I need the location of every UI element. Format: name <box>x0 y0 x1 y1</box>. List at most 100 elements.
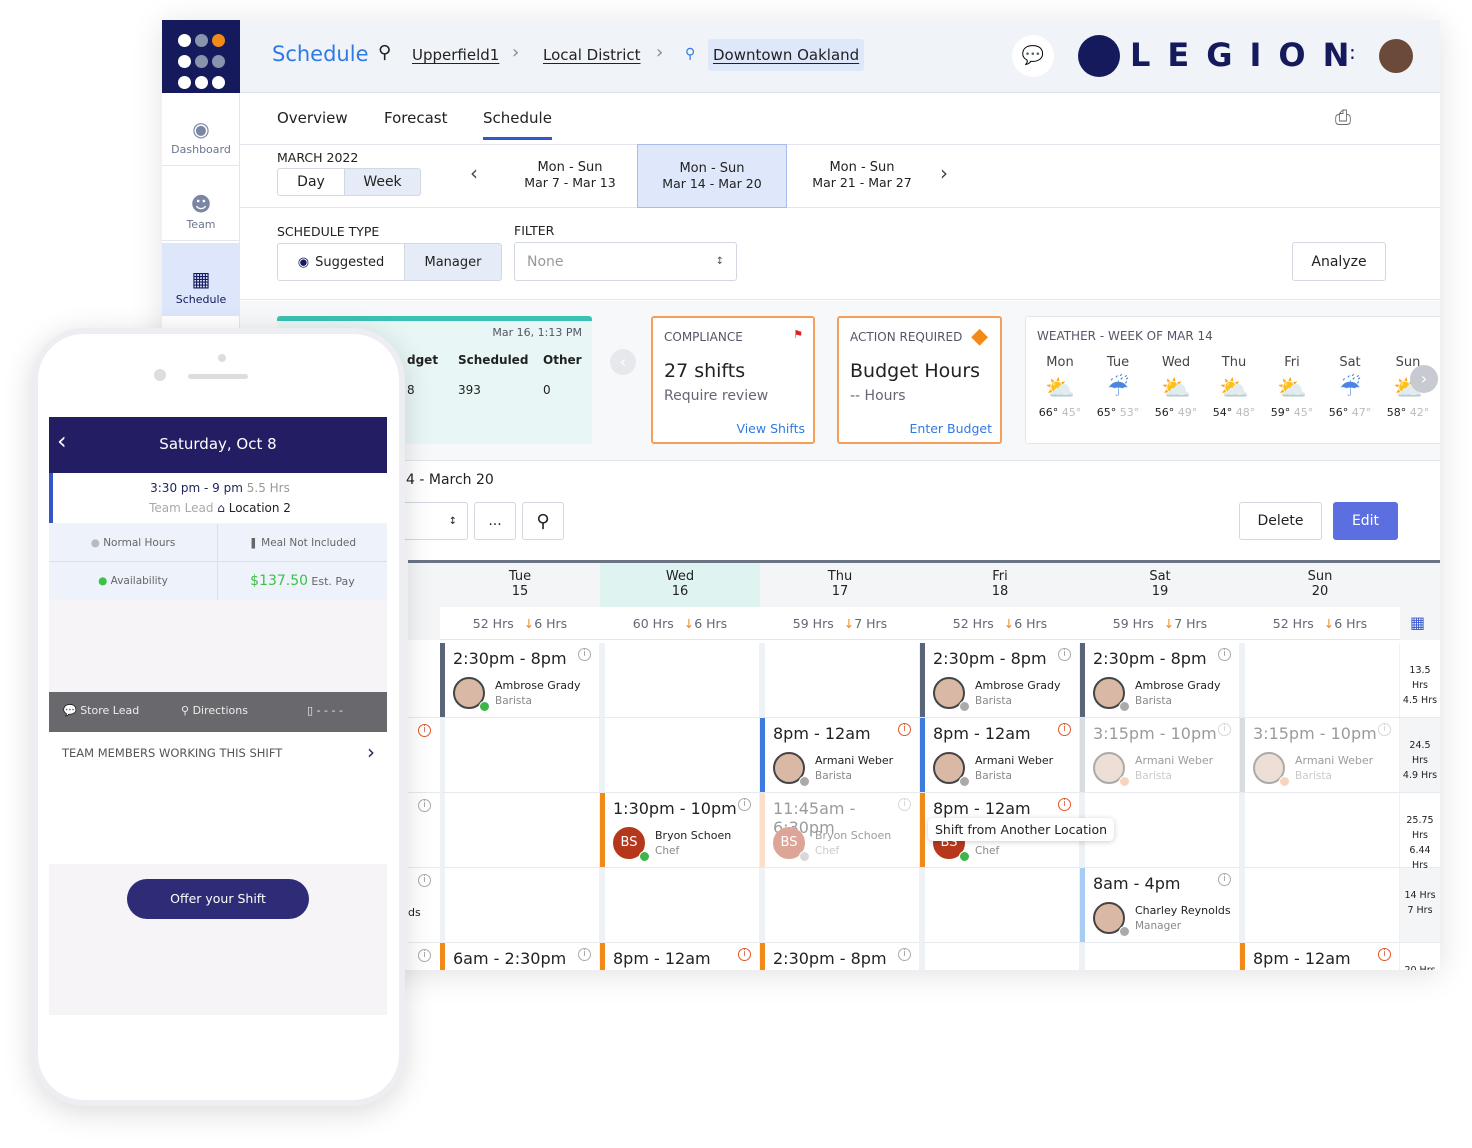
carousel-next-icon[interactable]: › <box>1410 365 1438 393</box>
shift-card[interactable]: 8pm - 12am i <box>600 943 759 970</box>
schedule-cell[interactable]: 1:30pm - 10pm i BS Bryon Schoen Chef <box>600 793 760 868</box>
day-header-tue[interactable]: Tue 15 <box>440 563 600 607</box>
info-icon[interactable]: i <box>1378 948 1391 961</box>
carousel-prev-icon[interactable]: ‹ <box>610 349 636 375</box>
shift-card[interactable]: 3:15pm - 10pm i Armani Weber Barista <box>1080 718 1239 792</box>
shift-card[interactable]: 2:30pm - 8pm i Ambrose Grady Barista <box>440 643 599 717</box>
enter-budget-link[interactable]: Enter Budget <box>910 421 992 436</box>
schedule-cell[interactable]: 8pm - 12amiBSBryon SchoenChefShift from … <box>920 793 1115 868</box>
schedule-cell[interactable]: 8pm - 12am i Armani Weber Barista <box>920 718 1080 793</box>
apps-grid-icon[interactable]: ∷ <box>1342 42 1355 66</box>
suggested-button[interactable]: ◉ Suggested <box>277 243 405 281</box>
schedule-cell[interactable]: 2:30pm - 8pm i Ambrose Grady Barista <box>440 643 600 718</box>
shift-card[interactable]: 6am - 2:30pm i <box>440 943 599 970</box>
schedule-cell[interactable]: 8pm - 12am i Armani Weber Barista <box>760 718 920 793</box>
sidebar-item-schedule[interactable]: ▦ Schedule <box>162 243 240 316</box>
manager-button[interactable]: Manager <box>404 243 502 281</box>
search-button[interactable]: ⚲ <box>522 502 564 540</box>
schedule-cell[interactable]: 11:45am - 6:30pm i BS Bryon Schoen Chef <box>760 793 920 868</box>
week-option-selected[interactable]: Mon - Sun Mar 14 - Mar 20 <box>637 144 787 208</box>
week-view-button[interactable]: Week <box>344 168 421 196</box>
shift-card[interactable]: 8pm - 12am i <box>1240 943 1399 970</box>
info-icon[interactable]: i <box>1058 648 1071 661</box>
offer-shift-button[interactable]: Offer your Shift <box>127 879 309 919</box>
info-icon[interactable]: i <box>898 723 911 736</box>
week-option[interactable]: Mon - Sun Mar 7 - Mar 13 <box>502 145 638 208</box>
schedule-cell[interactable]: 6am - 2:30pm i <box>440 943 600 970</box>
shift-card[interactable]: 1:30pm - 10pm i BS Bryon Schoen Chef <box>600 793 759 867</box>
info-icon[interactable]: i <box>1378 723 1391 736</box>
more-button[interactable]: ... <box>474 502 516 540</box>
tab-overview[interactable]: Overview <box>277 109 348 127</box>
row-label: ds <box>408 906 421 919</box>
meal-status: Meal Not Included <box>261 537 356 549</box>
store-lead-button[interactable]: 💬 Store Lead <box>63 704 139 717</box>
shift-card[interactable]: 8pm - 12am i Armani Weber Barista <box>760 718 919 792</box>
analyze-button[interactable]: Analyze <box>1292 242 1386 281</box>
info-icon[interactable]: i <box>418 874 431 887</box>
info-icon[interactable]: i <box>1058 723 1071 736</box>
filter-select[interactable]: None ↕ <box>514 242 737 281</box>
info-icon[interactable]: i <box>1218 648 1231 661</box>
user-avatar[interactable] <box>1379 39 1413 73</box>
week-option[interactable]: Mon - Sun Mar 21 - Mar 27 <box>787 145 937 208</box>
day-header-fri[interactable]: Fri 18 <box>920 563 1080 607</box>
shift-card[interactable]: 2:30pm - 8pm i Ambrose Grady Barista <box>920 643 1079 717</box>
shift-card[interactable]: 3:15pm - 10pm i Armani Weber Barista <box>1240 718 1399 792</box>
phone-button[interactable]: ▯ - - - - <box>307 704 343 717</box>
filter-label: FILTER <box>514 223 555 238</box>
day-header-thu[interactable]: Thu 17 <box>760 563 920 607</box>
prev-week-icon[interactable]: ‹ <box>470 161 478 185</box>
next-week-icon[interactable]: › <box>940 161 948 185</box>
schedule-cell[interactable]: 2:30pm - 8pm i Ambrose Grady Barista <box>920 643 1080 718</box>
info-icon[interactable]: i <box>418 724 431 737</box>
shift-card[interactable]: 8pm - 12am i Armani Weber Barista <box>920 718 1079 792</box>
info-icon[interactable]: i <box>578 648 591 661</box>
day-header-sun[interactable]: Sun 20 <box>1240 563 1400 607</box>
shift-card[interactable]: 11:45am - 6:30pm i BS Bryon Schoen Chef <box>760 793 919 867</box>
shift-card[interactable]: 8am - 4pm i Charley Reynolds Manager <box>1080 868 1239 942</box>
status-dot <box>959 701 970 712</box>
edit-button[interactable]: Edit <box>1333 502 1398 540</box>
day-view-button[interactable]: Day <box>277 168 345 196</box>
team-members-row[interactable]: TEAM MEMBERS WORKING THIS SHIFT › <box>49 732 387 864</box>
print-icon[interactable]: ⎙ <box>1335 105 1351 129</box>
schedule-cell[interactable]: 3:15pm - 10pm i Armani Weber Barista <box>1080 718 1240 793</box>
schedule-cell[interactable]: 3:15pm - 10pm i Armani Weber Barista <box>1240 718 1400 793</box>
breadcrumb-upperfield[interactable]: Upperfield1 <box>412 46 499 64</box>
tab-forecast[interactable]: Forecast <box>384 109 447 127</box>
info-icon[interactable]: i <box>1218 873 1231 886</box>
info-icon[interactable]: i <box>898 798 911 811</box>
shift-card[interactable]: 2:30pm - 8pm i Ambrose Grady Barista <box>1080 643 1239 717</box>
schedule-cell[interactable]: 8pm - 12am i <box>600 943 760 970</box>
info-icon[interactable]: i <box>738 948 751 961</box>
sidebar-item-dashboard[interactable]: ◉ Dashboard <box>162 93 240 166</box>
weather-day: Thu ⛅ 54° 48° <box>1208 355 1260 435</box>
breadcrumb-district[interactable]: Local District <box>543 46 641 64</box>
schedule-cell[interactable]: 2:30pm - 8pm i Ambrose Grady Barista <box>1080 643 1240 718</box>
view-shifts-link[interactable]: View Shifts <box>736 421 805 436</box>
schedule-cell[interactable]: 8pm - 12am i <box>1240 943 1400 970</box>
schedule-cell <box>600 643 760 718</box>
calendar-icon[interactable]: ▦ <box>1410 613 1425 632</box>
info-icon[interactable]: i <box>738 798 751 811</box>
app-logo[interactable] <box>162 20 240 93</box>
info-icon[interactable]: i <box>1058 798 1071 811</box>
chat-icon[interactable]: 💬 <box>1012 35 1054 77</box>
info-icon[interactable]: i <box>418 799 431 812</box>
sidebar-item-team[interactable]: ☻ Team <box>162 168 240 241</box>
day-header-wed[interactable]: Wed 16 <box>600 563 760 607</box>
schedule-cell[interactable]: 8am - 4pm i Charley Reynolds Manager <box>1080 868 1240 943</box>
info-icon[interactable]: i <box>1218 723 1231 736</box>
breadcrumb-location[interactable]: Downtown Oakland <box>708 39 865 71</box>
search-icon[interactable]: ⚲ <box>378 42 391 63</box>
directions-button[interactable]: ⚲ Directions <box>181 704 248 717</box>
shift-card[interactable]: 2:30pm - 8pm i <box>760 943 919 970</box>
delete-button[interactable]: Delete <box>1239 502 1322 540</box>
info-icon[interactable]: i <box>418 949 431 962</box>
info-icon[interactable]: i <box>578 948 591 961</box>
schedule-cell[interactable]: 2:30pm - 8pm i <box>760 943 920 970</box>
day-header-sat[interactable]: Sat 19 <box>1080 563 1240 607</box>
info-icon[interactable]: i <box>898 948 911 961</box>
tab-schedule[interactable]: Schedule <box>483 109 552 140</box>
